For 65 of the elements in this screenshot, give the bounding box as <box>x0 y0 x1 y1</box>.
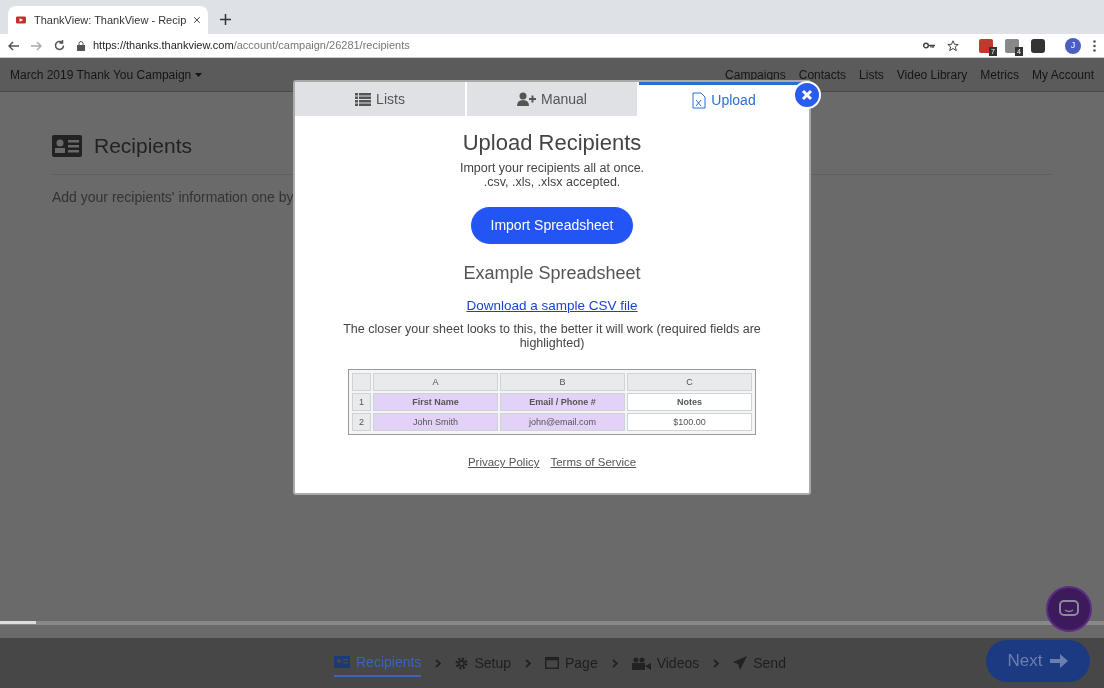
chevron-icon <box>524 658 531 668</box>
spreadsheet-file-icon <box>692 92 707 109</box>
dialog-title: Upload Recipients <box>462 129 642 157</box>
reload-icon[interactable] <box>54 40 65 51</box>
column-header: B <box>500 373 625 392</box>
nav-link[interactable]: Metrics <box>980 65 1019 84</box>
chevron-icon <box>713 658 720 668</box>
chat-icon <box>1059 600 1079 618</box>
table-cell: First Name <box>373 393 498 412</box>
table-cell: John Smith <box>373 413 498 432</box>
table-cell: Email / Phone # <box>500 393 625 412</box>
extension-icon[interactable] <box>979 38 993 53</box>
nav-link[interactable]: Lists <box>859 65 884 84</box>
page-heading: Recipients <box>94 133 193 159</box>
dialog-tab[interactable]: Lists <box>295 82 467 116</box>
chevron-icon <box>611 658 618 668</box>
add-user-icon <box>517 92 537 106</box>
section-heading: Example Spreadsheet <box>463 262 641 285</box>
download-sample-link[interactable]: Download a sample CSV file <box>466 296 638 317</box>
table-cell: Notes <box>627 393 752 412</box>
column-header: C <box>627 373 752 392</box>
close-icon[interactable] <box>194 16 200 24</box>
new-tab-icon[interactable] <box>220 14 231 25</box>
close-icon <box>801 89 813 101</box>
instruction-text: The closer your sheet looks to this, the better it will work (required fields are highlighted) <box>342 322 762 351</box>
video-camera-icon <box>631 656 651 670</box>
column-header: A <box>373 373 498 392</box>
back-icon[interactable] <box>8 40 19 51</box>
gear-icon <box>455 656 469 670</box>
table-cell: john@email.com <box>500 413 625 432</box>
nav-link[interactable]: Video Library <box>896 65 968 84</box>
nav-link[interactable]: My Account <box>1031 65 1094 84</box>
lock-icon <box>77 40 85 51</box>
avatar[interactable]: J <box>1065 37 1081 54</box>
id-card-icon <box>334 656 350 668</box>
nav-link[interactable]: Campaigns <box>725 65 786 84</box>
step-tab[interactable]: Recipients <box>334 649 422 677</box>
footer-link[interactable]: Terms of Service <box>550 454 637 472</box>
footer-link[interactable]: Privacy Policy <box>467 454 540 472</box>
import-spreadsheet-button[interactable]: Import Spreadsheet <box>470 207 634 244</box>
address-bar[interactable]: https://thanks.thankview.com/account/campaign/26281/recipients <box>77 37 911 54</box>
paper-plane-icon <box>733 656 748 670</box>
dialog-tab[interactable]: Manual <box>467 82 639 116</box>
key-icon[interactable] <box>923 42 935 49</box>
nav-link[interactable]: Contacts <box>798 65 847 84</box>
chevron-icon <box>435 658 442 668</box>
row-number: 2 <box>352 413 371 432</box>
list-icon <box>355 92 372 106</box>
url-text: https://thanks.thankview.com/account/campaign/26281/recipients <box>93 38 410 54</box>
tab-title: ThankView: ThankView - Recip <box>34 12 187 28</box>
id-card-icon <box>52 134 82 157</box>
table-cell: $100.00 <box>627 413 752 432</box>
browser-tab[interactable]: ThankView: ThankView - Recip <box>8 6 208 34</box>
window-icon <box>544 657 559 669</box>
row-number: 1 <box>352 393 371 412</box>
corner-cell <box>352 373 371 392</box>
star-icon[interactable] <box>947 39 959 52</box>
next-button[interactable]: Next <box>986 640 1090 682</box>
arrow-icon <box>1050 653 1069 669</box>
menu-icon[interactable] <box>1093 39 1096 52</box>
campaign-selector[interactable]: March 2019 Thank You Campaign <box>10 65 203 84</box>
extension-icon[interactable] <box>1005 38 1019 53</box>
caret-icon <box>195 72 203 77</box>
video-icon <box>16 15 26 25</box>
dialog-subtitle: Import your recipients all at once. .csv, .xls, .xlsx accepted. <box>459 161 645 189</box>
